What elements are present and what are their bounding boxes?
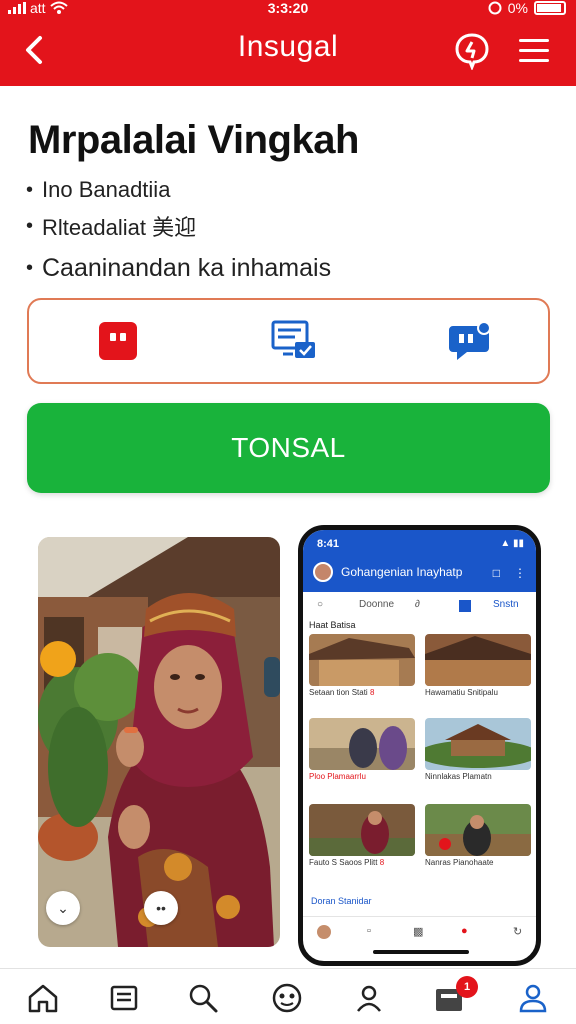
list-item[interactable]: Hawamatiu Snitipalu bbox=[425, 634, 531, 697]
phone-nav-icon[interactable]: ▫ bbox=[367, 925, 371, 937]
list-item: • Caaninandan ka inhamais bbox=[26, 253, 332, 282]
feature-list: • Ino Banadtiia • Rlteadaliat 美迎 • Caaninan… bbox=[26, 172, 546, 286]
share-options-row bbox=[27, 298, 550, 384]
profile-icon[interactable] bbox=[352, 981, 386, 1015]
search-icon[interactable] bbox=[186, 981, 220, 1015]
avatar[interactable] bbox=[313, 562, 333, 582]
list-item[interactable]: Setaan tion Stati 8 bbox=[309, 634, 415, 697]
alarm-icon bbox=[488, 1, 502, 15]
phone-footer-link[interactable]: Doran Stanidar bbox=[311, 896, 372, 906]
list-item[interactable]: Nanras Pianohaate bbox=[425, 804, 531, 867]
phone-status-icons: ▲ ▮▮ bbox=[500, 538, 524, 549]
account-icon[interactable] bbox=[516, 981, 550, 1015]
battery-icon bbox=[534, 1, 566, 15]
phone-tab-indicator bbox=[459, 600, 471, 612]
home-icon[interactable] bbox=[26, 981, 60, 1015]
phone-more-icon[interactable]: ⋮ bbox=[514, 566, 526, 580]
featured-photo[interactable]: ⌄ •• bbox=[38, 537, 280, 947]
phone-tabs: ○ Doonne ∂ Snstn bbox=[303, 594, 536, 618]
header-bar: att 3:3:20 0% Insugal bbox=[0, 0, 576, 86]
phone-share-icon[interactable]: □ bbox=[493, 566, 500, 580]
list-item[interactable]: Ploo Plamaarrlu bbox=[309, 718, 415, 781]
phone-avatar-nav[interactable] bbox=[317, 925, 331, 939]
phone-section-title: Haat Batisa bbox=[309, 620, 356, 630]
phone-nav-icon[interactable]: ▩ bbox=[413, 925, 423, 938]
menu-icon[interactable] bbox=[516, 34, 552, 66]
phone-home-indicator bbox=[373, 950, 469, 954]
dots-icon[interactable]: •• bbox=[144, 891, 178, 925]
phone-status-time: 8:41 bbox=[317, 538, 340, 550]
red-square-icon[interactable] bbox=[93, 316, 143, 366]
phone-nav-icon[interactable]: ↻ bbox=[513, 925, 522, 938]
list-item[interactable]: Ninnlakas Plamatn bbox=[425, 718, 531, 781]
chat-bubble-icon[interactable] bbox=[445, 316, 495, 366]
bottom-nav bbox=[0, 968, 576, 1024]
list-item: • Rlteadaliat 美迎 bbox=[26, 214, 197, 241]
community-icon[interactable] bbox=[270, 981, 304, 1015]
monitor-message-icon[interactable] bbox=[269, 316, 319, 366]
phone-mockup: 8:41 ▲ ▮▮ Gohangenian Inayhatp □ ⋮ ○ Doo… bbox=[298, 525, 541, 966]
phone-filter-icon[interactable]: ∂ bbox=[415, 599, 420, 610]
main-title: Mrpalalai Vingkah bbox=[28, 118, 359, 162]
phone-search-icon[interactable]: ○ bbox=[317, 599, 323, 610]
phone-app-header: 8:41 ▲ ▮▮ Gohangenian Inayhatp □ ⋮ bbox=[303, 530, 536, 592]
chevron-down-icon[interactable]: ⌄ bbox=[46, 891, 80, 925]
phone-bottom-nav: ▫ ▩ ● ↻ bbox=[303, 916, 536, 946]
phone-app-title: Gohangenian Inayhatp bbox=[341, 565, 463, 579]
list-item[interactable]: Fauto S Saoos Plitt 8 bbox=[309, 804, 415, 867]
status-bar: att 3:3:20 0% bbox=[0, 0, 576, 18]
list-item: • Ino Banadtiia bbox=[26, 177, 171, 202]
tonsal-button[interactable]: TONSAL bbox=[27, 403, 550, 493]
battery-percent: 0% bbox=[507, 0, 528, 16]
list-icon[interactable] bbox=[108, 981, 142, 1015]
notification-bubble-icon[interactable] bbox=[452, 30, 492, 70]
tab-snstn[interactable]: Snstn bbox=[493, 599, 519, 610]
tab-doonne[interactable]: Doonne bbox=[359, 599, 394, 610]
phone-nav-icon[interactable]: ● bbox=[461, 925, 468, 937]
notification-badge: 1 bbox=[456, 976, 478, 998]
